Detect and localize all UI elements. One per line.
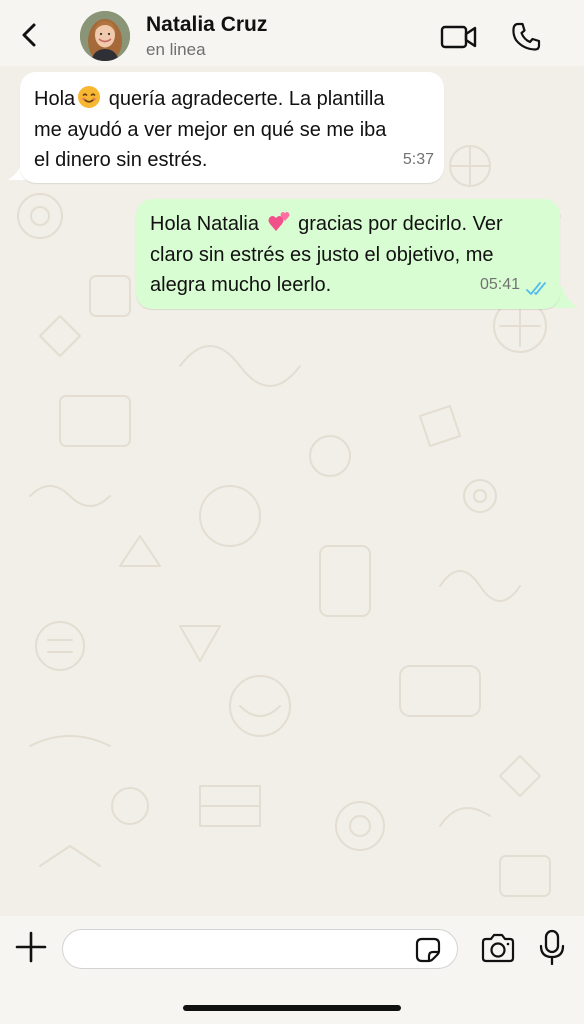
phone-icon[interactable] [510,21,542,53]
message-line: Hola quería agradecerte. La plantilla [34,84,430,115]
message-line: claro sin estrés es justo el objetivo, m… [150,243,494,266]
chat-area[interactable]: Hola quería agradecerte. La plantilla me… [0,66,584,916]
chat-header: Natalia Cruz en linea [0,0,584,66]
back-arrow-icon[interactable] [14,20,44,50]
message-time: 05:41 [479,275,520,293]
message-incoming[interactable]: Hola quería agradecerte. La plantilla me… [20,72,444,183]
avatar[interactable] [80,11,130,61]
contact-name[interactable]: Natalia Cruz [146,13,267,37]
camera-icon[interactable] [480,932,516,964]
doodle-wallpaper [17,125,561,897]
message-line: Hola Natalia gracias por decirlo. Ver [150,209,546,240]
message-outgoing[interactable]: Hola Natalia gracias por decirlo. Ver cl… [136,199,560,309]
plus-icon[interactable] [14,930,48,964]
contact-status: en linea [146,40,206,59]
home-indicator[interactable] [183,1005,401,1011]
smiling-face-emoji [78,86,101,108]
microphone-icon[interactable] [538,929,566,967]
message-line: me ayudó a ver mejor en qué se me iba [34,118,387,141]
double-check-read-icon [526,282,546,295]
message-input[interactable] [62,929,458,969]
composer-bar [0,916,584,1024]
video-camera-icon[interactable] [440,22,478,52]
message-time: 5:37 [402,150,434,168]
two-hearts-emoji [268,211,290,231]
message-line: el dinero sin estrés. [34,149,208,171]
sticker-icon[interactable] [414,936,442,964]
